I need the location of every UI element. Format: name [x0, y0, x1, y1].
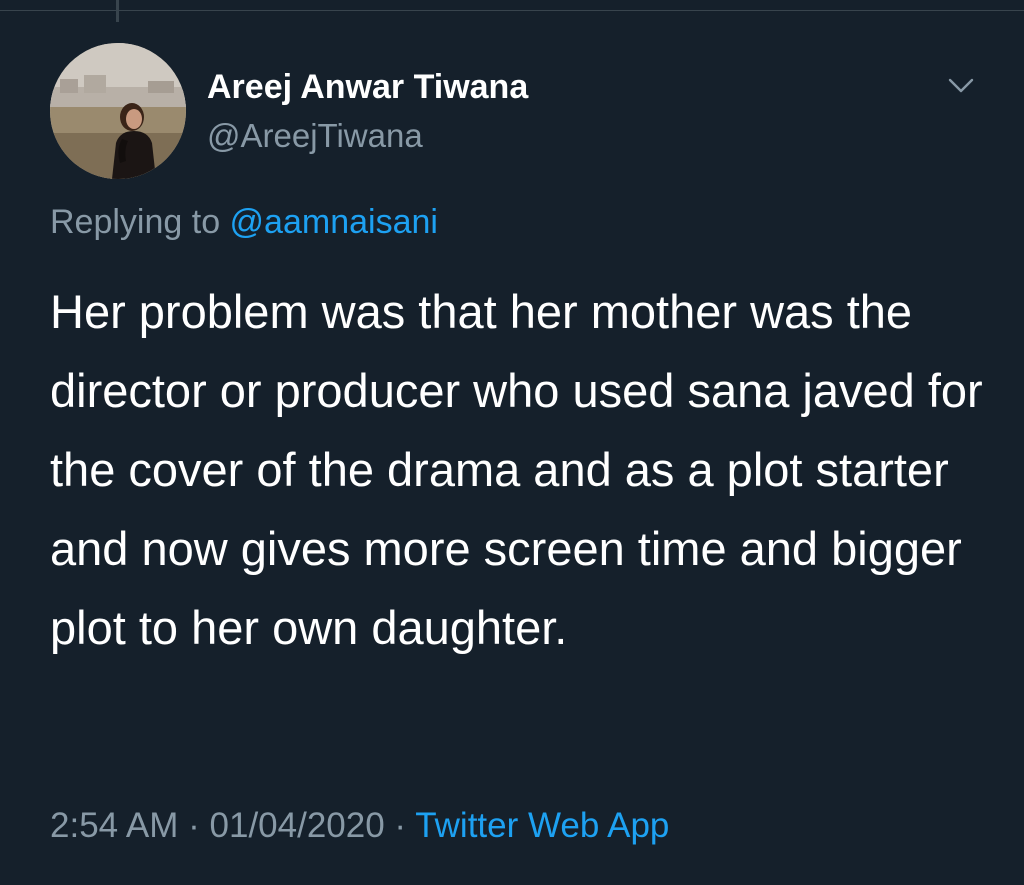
- author-handle[interactable]: @AreejTiwana: [207, 117, 423, 155]
- top-divider: [0, 10, 1024, 11]
- replying-to-handle-link[interactable]: @aamnaisani: [230, 203, 438, 241]
- chevron-down-icon-graphic: [948, 78, 974, 93]
- tweet-time[interactable]: 2:54 AM: [50, 806, 178, 845]
- tweet-source-link[interactable]: Twitter Web App: [415, 806, 669, 845]
- tweet-date[interactable]: 01/04/2020: [210, 806, 385, 845]
- tweet-text: Her problem was that her mother was the …: [50, 285, 983, 654]
- meta-separator: ·: [178, 806, 210, 845]
- replying-to-line: Replying to @aamnaisani: [50, 203, 438, 242]
- avatar[interactable]: [50, 43, 186, 179]
- tweet-metadata: 2:54 AM · 01/04/2020 · Twitter Web App: [50, 806, 669, 846]
- author-display-name[interactable]: Areej Anwar Tiwana: [207, 68, 528, 107]
- replying-to-prefix: Replying to: [50, 203, 230, 241]
- tweet-detail-view: Areej Anwar Tiwana @AreejTiwana Replying…: [0, 0, 1024, 885]
- meta-separator: ·: [384, 806, 416, 845]
- thread-connector-line: [116, 0, 119, 22]
- chevron-down-icon[interactable]: [944, 72, 978, 98]
- avatar-photo: [50, 43, 186, 179]
